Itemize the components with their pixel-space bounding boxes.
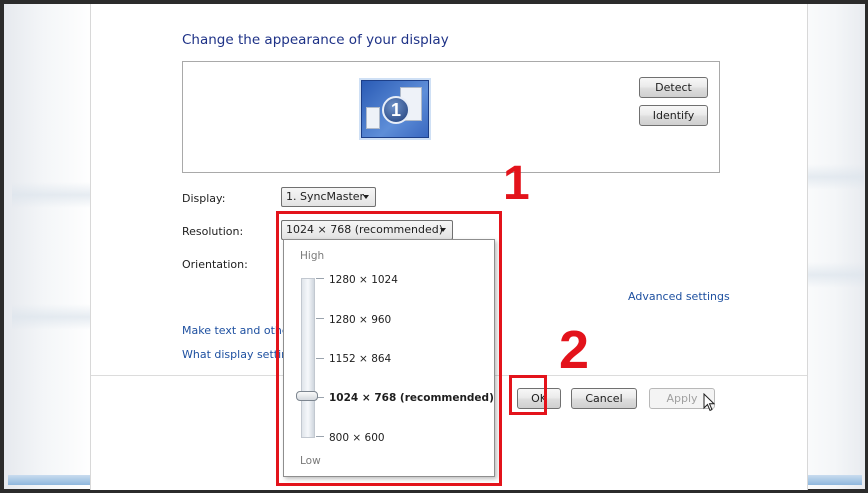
window-thumbnail bbox=[366, 107, 380, 129]
monitor-number-badge: 1 bbox=[382, 96, 410, 124]
page-title: Change the appearance of your display bbox=[182, 32, 449, 48]
background-streak bbox=[12, 182, 102, 208]
display-settings-help-link[interactable]: What display settin bbox=[182, 348, 288, 361]
display-select[interactable]: 1. SyncMaster bbox=[281, 187, 376, 207]
background-streak bbox=[12, 304, 102, 330]
step-1-number: 1 bbox=[503, 157, 530, 210]
cancel-button[interactable]: Cancel bbox=[571, 388, 637, 409]
mouse-cursor-icon bbox=[703, 393, 716, 412]
chevron-down-icon bbox=[363, 195, 369, 199]
highlight-box-step2 bbox=[509, 375, 547, 415]
display-label: Display: bbox=[182, 192, 226, 205]
resolution-label: Resolution: bbox=[182, 225, 244, 238]
taskbar-glass-left bbox=[8, 475, 98, 485]
monitor-icon[interactable]: 1 bbox=[361, 80, 429, 138]
monitor-preview-area: 1 Detect Identify bbox=[182, 61, 720, 173]
orientation-label: Orientation: bbox=[182, 258, 248, 271]
step-2-number: 2 bbox=[559, 320, 590, 380]
highlight-box-step1 bbox=[276, 211, 502, 486]
identify-button[interactable]: Identify bbox=[639, 105, 708, 126]
display-select-value: 1. SyncMaster bbox=[286, 190, 365, 203]
advanced-settings-link[interactable]: Advanced settings bbox=[628, 290, 730, 303]
detect-button[interactable]: Detect bbox=[639, 77, 708, 98]
